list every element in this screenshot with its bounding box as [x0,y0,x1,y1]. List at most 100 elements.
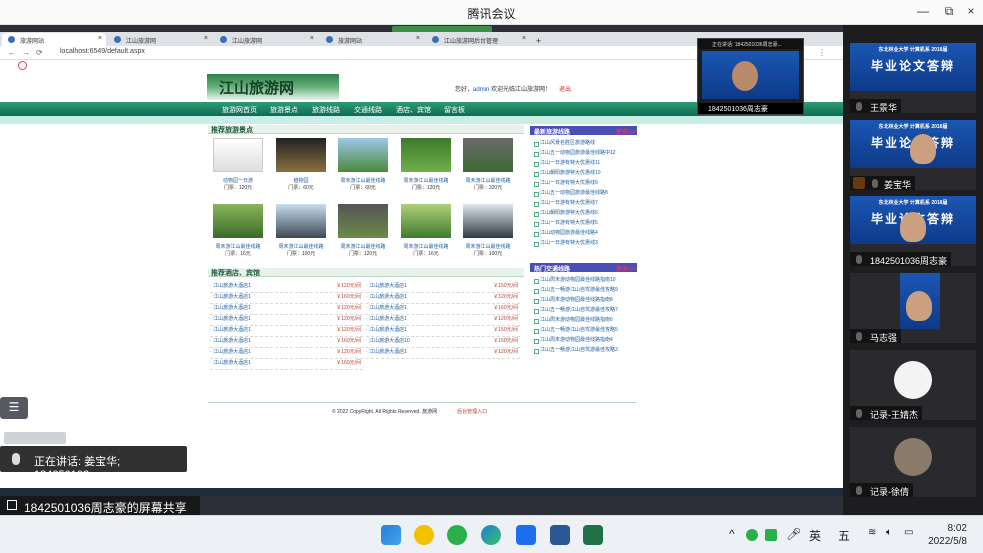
attraction-card[interactable]: 植物园 门票：60元 [273,138,329,191]
browser-tab[interactable]: 江山旅游网后台管理 × [426,33,530,46]
speaker-preview[interactable]: 正在讲话: 1842501036周志豪... 1842501036周志豪 [697,38,804,115]
tray-chevron-icon[interactable]: ^ [729,527,735,541]
attraction-card[interactable]: 周末游江山最佳线路 门票：16元 [210,204,266,257]
menu-item-routes[interactable]: 旅游线路 [312,105,340,115]
admin-link[interactable]: 后台管理入口 [457,409,487,415]
app-tray-icon[interactable] [765,529,777,541]
hotel-row[interactable]: · 江山旅游大酒店1 ￥160元/间 [210,337,363,348]
volume-icon[interactable]: 🔈︎ [886,527,892,538]
route-item[interactable]: 江山五一动物园旅游最佳线路中12 [530,149,637,159]
more-link[interactable]: 更多>> [616,127,635,136]
traffic-item[interactable]: 江山周末游动物园最佳线路指南6 [530,316,637,326]
attraction-card[interactable]: 周末游江山最佳线路 门票：16元 [398,204,454,257]
participant-tile[interactable]: 记录-徐倩 [850,427,976,497]
route-item[interactable]: 江山风景名胜区旅游路线 [530,139,637,149]
participant-tile[interactable]: 记录-王婧杰 [850,350,976,420]
battery-icon[interactable]: ▭ [904,527,913,538]
attraction-image[interactable] [213,138,263,172]
menu-item-guestbook[interactable]: 留言板 [444,105,465,115]
route-item[interactable]: 江山朝阳旅游特大优惠线10 [530,169,637,179]
logout-link[interactable]: 退出 [559,87,571,93]
close-icon[interactable]: × [204,35,208,42]
attraction-image[interactable] [401,204,451,238]
hotel-row[interactable]: · 江山旅游大酒店1 ￥120元/间 [210,326,363,337]
hotel-row[interactable]: · 江山旅游大酒店1 ￥120元/间 [210,348,363,359]
ime-language[interactable]: 英 [809,527,821,544]
more-link[interactable]: 更多>> [616,264,635,273]
close-icon[interactable]: × [522,35,526,42]
forward-icon[interactable]: → [22,48,30,57]
route-item[interactable]: 江山一日游有特大优惠线11 [530,159,637,169]
wechat-tray-icon[interactable] [746,529,758,541]
menu-item-traffic[interactable]: 交通线路 [354,105,382,115]
attraction-image[interactable] [338,204,388,238]
route-item[interactable]: 江山一日游有特大优惠线5 [530,219,637,229]
back-icon[interactable]: ← [8,48,16,57]
attraction-card[interactable]: 周末游江山最佳线路 门票：120元 [398,138,454,191]
traffic-item[interactable]: 江山五一畅游江山自驾游最佳攻略9 [530,286,637,296]
attraction-image[interactable] [401,138,451,172]
browser-tab[interactable]: 江山旅游网 × [108,33,212,46]
attraction-card[interactable]: 周末游江山最佳线路 门票：60元 [335,138,391,191]
attraction-image[interactable] [463,138,513,172]
traffic-item[interactable]: 江山五一畅游江山自驾游最佳攻略3 [530,346,637,356]
participant-tile[interactable]: 东北林业大学 计算机系 2018届毕业论文答辩 1842501036周志豪 [850,196,976,266]
browser-tab[interactable]: 旅游网站 × [320,33,424,46]
floating-toolbar[interactable] [4,432,66,444]
hotel-row[interactable]: · 江山旅游大酒店1 ￥120元/间 [210,282,363,293]
hotel-row[interactable]: · 江山旅游大酒店1 ￥150元/间 [366,326,520,337]
attraction-card[interactable]: 周末游江山最佳线路 门票：120元 [335,204,391,257]
participant-tile[interactable]: 马志强 [850,273,976,343]
site-logo[interactable]: 江山旅游网 [207,74,339,100]
attraction-image[interactable] [338,138,388,172]
participant-tile[interactable]: 东北林业大学 计算机系 2018届毕业论文答辩 姜宝华 [850,120,976,190]
close-button[interactable]: × [962,4,980,20]
route-item[interactable]: 江山五一动物园旅游最佳线路8 [530,189,637,199]
close-icon[interactable]: × [98,35,102,42]
traffic-item[interactable]: 江山五一畅游江山自驾游最佳攻略5 [530,326,637,336]
menu-item-hotels[interactable]: 酒店、宾馆 [396,105,431,115]
ime-mode[interactable]: 五 [838,527,850,544]
word-icon[interactable] [550,525,570,545]
route-item[interactable]: 江山朝阳旅游特大优惠线6 [530,209,637,219]
attraction-card[interactable]: 周末游江山最佳线路 门票：320元 [460,138,516,191]
minimize-button[interactable]: — [914,4,932,20]
attraction-image[interactable] [276,204,326,238]
traffic-item[interactable]: 江山五一畅游江山自驾游最佳攻略7 [530,306,637,316]
close-icon[interactable]: × [310,35,314,42]
qq-icon[interactable] [414,525,434,545]
traffic-item[interactable]: 江山周末游动物园最佳线路指南8 [530,296,637,306]
wifi-icon[interactable]: ≋ [868,527,876,538]
reload-icon[interactable]: ⟳ [36,48,43,57]
hotel-row[interactable]: · 江山旅游大酒店10 ￥150元/间 [366,337,520,348]
start-icon[interactable] [381,525,401,545]
hotel-row[interactable]: · 江山旅游大酒店1 ￥120元/间 [366,315,520,326]
list-menu-icon[interactable]: ☰ [0,397,28,419]
participant-tile[interactable]: 东北林业大学 计算机系 2018届 毕业论文答辩 王景华 [850,43,976,113]
hotel-row[interactable]: · 江山旅游大酒店1 ￥160元/间 [366,304,520,315]
attraction-image[interactable] [463,204,513,238]
route-item[interactable]: 江山一日游有特大优惠线3 [530,239,637,249]
hotel-row[interactable]: · 江山旅游大酒店1 ￥160元/间 [210,359,363,370]
wechat-icon[interactable] [447,525,467,545]
attraction-image[interactable] [213,204,263,238]
tencent-meeting-icon[interactable] [516,525,536,545]
mic-tray-icon[interactable]: 🎤︎ [786,527,801,541]
attraction-card[interactable]: 周末游江山最佳线路 门票：100元 [273,204,329,257]
maximize-button[interactable]: ⧉ [940,4,958,20]
traffic-item[interactable]: 江山周末游动物园最佳线路指南4 [530,336,637,346]
attraction-card[interactable]: 周末游江山最佳线路 门票：100元 [460,204,516,257]
url-input[interactable]: localhost:6549/default.aspx [60,48,145,55]
hotel-row[interactable]: · 江山旅游大酒店1 ￥120元/间 [210,315,363,326]
hotel-row[interactable]: · 江山旅游大酒店1 ￥150元/间 [366,282,520,293]
hotel-row[interactable]: · 江山旅游大酒店1 ￥120元/间 [366,293,520,304]
hotel-row[interactable]: · 江山旅游大酒店1 ￥120元/间 [366,348,520,359]
route-item[interactable]: 江山一日游有特大优惠线9 [530,179,637,189]
excel-icon[interactable] [583,525,603,545]
browser-tab[interactable]: 旅游网站 × [2,33,106,46]
edge-icon[interactable] [481,525,501,545]
route-item[interactable]: 江山一日游有特大优惠线7 [530,199,637,209]
menu-item-home[interactable]: 旅游网首页 [222,105,257,115]
attraction-image[interactable] [276,138,326,172]
clock[interactable]: 8:02 2022/5/8 [928,522,967,548]
